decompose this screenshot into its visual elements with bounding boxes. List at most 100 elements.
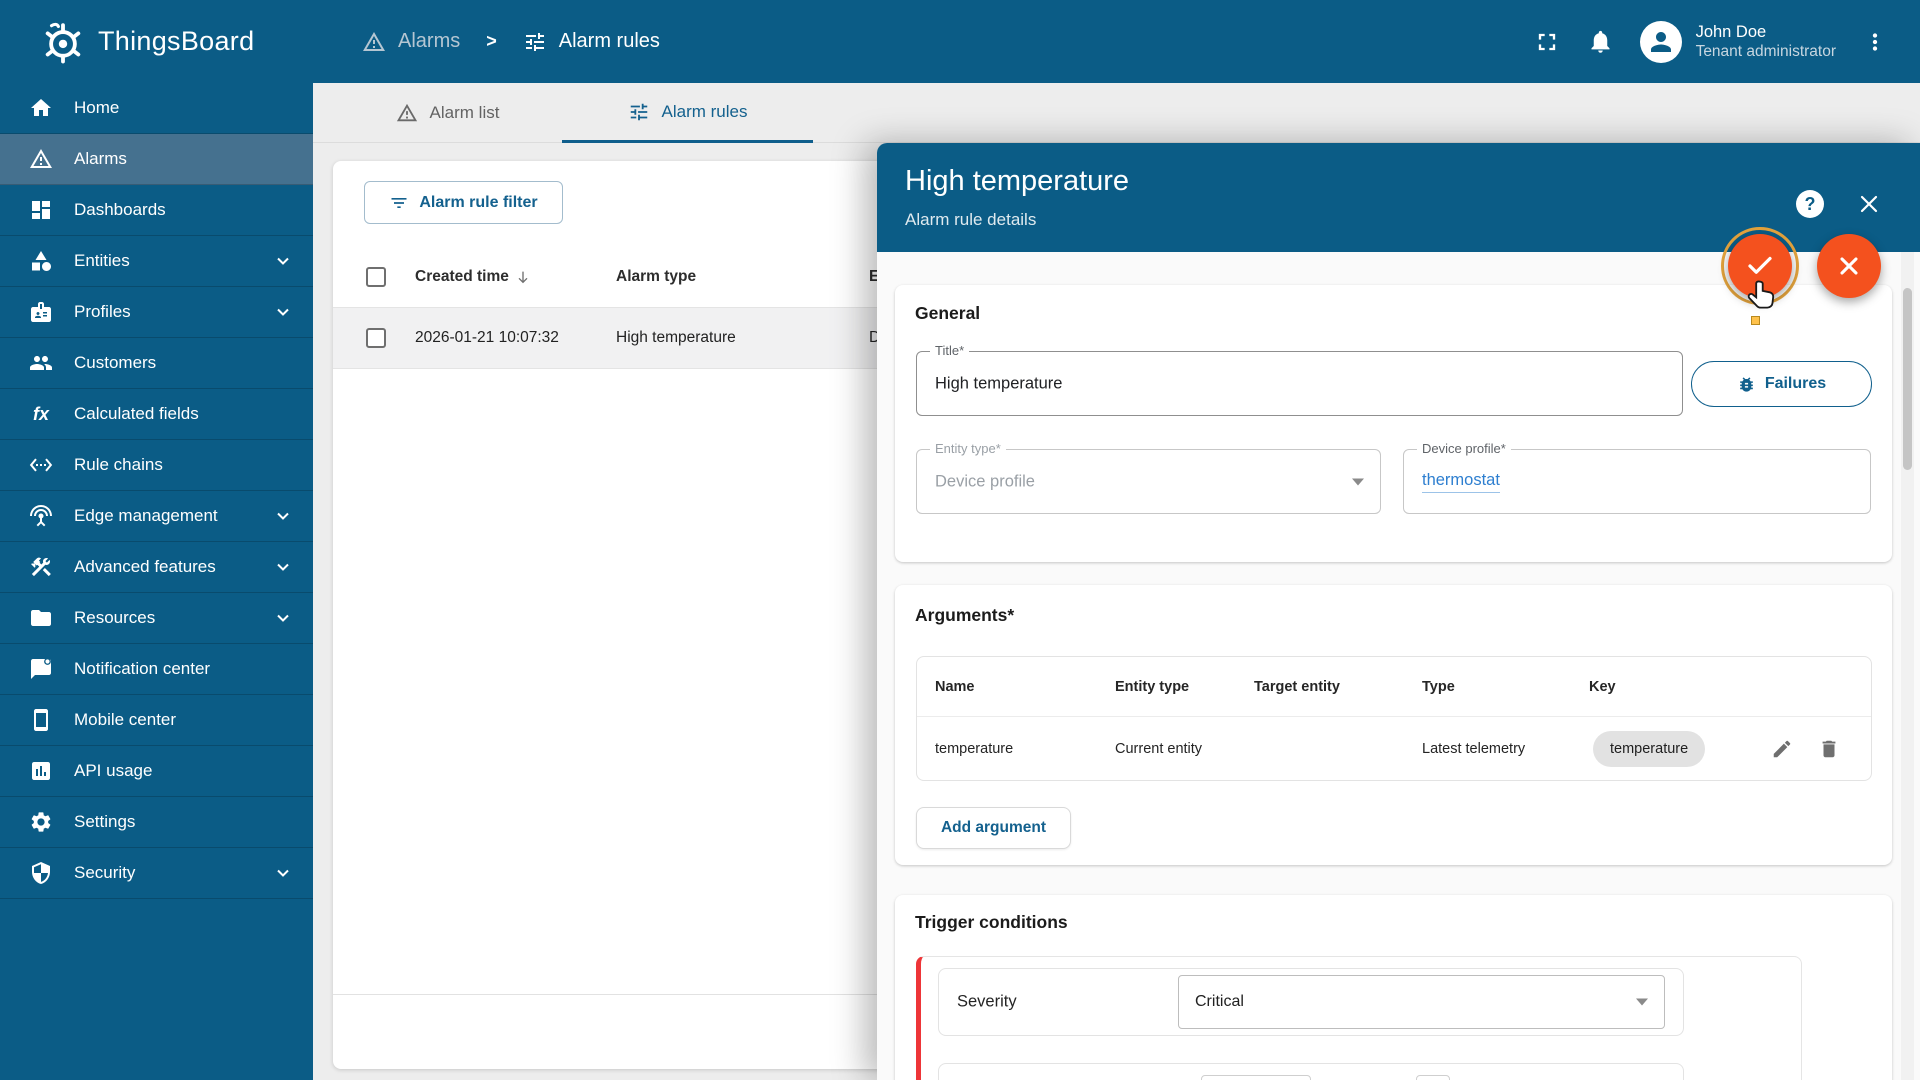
rule-chains-icon [29,458,53,472]
arg-column-target-entity: Target entity [1254,678,1340,695]
sidebar-item-resources[interactable]: Resources [0,593,313,644]
help-button[interactable]: ? [1796,190,1824,218]
tab-label: Alarm rules [661,101,748,121]
failures-button[interactable]: Failures [1691,361,1872,407]
arguments-header-row: Name Entity type Target entity Type Key [917,657,1871,717]
apply-button[interactable] [1728,234,1792,298]
tab-alarm-rules[interactable]: Alarm rules [562,83,813,143]
arg-column-name: Name [935,678,975,695]
panel-subtitle: Alarm rule details [905,210,1037,229]
mobile-center-icon [34,709,48,731]
sidebar-item-profiles[interactable]: Profiles [0,287,313,338]
resources-icon [31,610,51,626]
kebab-menu-icon[interactable] [1862,29,1888,55]
sidebar-item-dashboards[interactable]: Dashboards [0,185,313,236]
dropdown-caret-icon [1352,478,1364,485]
fullscreen-icon[interactable] [1533,28,1561,56]
select-all-checkbox[interactable] [366,267,386,287]
breadcrumb-alarm-rules: Alarm rules [558,30,660,52]
tab-bar: Alarm list Alarm rules [313,83,1920,143]
dashboards-icon [32,201,50,219]
alarm-list-tab-icon [396,103,417,122]
severity-value: Critical [1195,993,1244,1010]
sidebar-item-label: Rule chains [74,455,163,474]
sidebar-item-notification-center[interactable]: Notification center [0,644,313,695]
tab-alarm-list[interactable]: Alarm list [333,83,562,143]
chevron-down-icon [277,257,289,265]
general-card: General Title* Failures Entity type* Dev… [895,285,1892,562]
row-checkbox[interactable] [366,328,386,348]
panel-scrollbar-thumb[interactable] [1903,288,1912,470]
column-created-time[interactable]: Created time [415,268,531,286]
sidebar-item-settings[interactable]: Settings [0,797,313,848]
home-icon [31,99,51,116]
close-icon[interactable] [1857,192,1881,216]
sidebar-item-security[interactable]: Security [0,848,313,899]
top-header: ThingsBoard Alarms > Alarm rules John Do… [0,0,1920,83]
arg-cell-entity-type: Current entity [1115,741,1203,757]
sidebar-item-customers[interactable]: Customers [0,338,313,389]
chevron-down-icon [277,512,289,520]
tab-label: Alarm list [429,103,500,122]
arg-column-type: Type [1422,678,1455,695]
user-role: Tenant administrator [1695,43,1836,61]
sidebar-item-entities[interactable]: Entities [0,236,313,287]
title-input[interactable] [935,374,1586,393]
delete-trash-icon[interactable] [1818,738,1840,760]
thingsboard-logo[interactable]: ThingsBoard [0,19,313,65]
sidebar-item-label: Home [74,98,120,117]
arg-column-key: Key [1589,678,1616,695]
user-avatar[interactable] [1639,20,1682,63]
severity-select[interactable]: Critical [1178,975,1665,1029]
sidebar-item-alarms[interactable]: Alarms [0,134,313,185]
profiles-icon [31,302,51,322]
title-field[interactable]: Title* [916,343,1683,416]
severity-label: Severity [957,992,1017,1011]
sidebar-item-rule-chains[interactable]: Rule chains [0,440,313,491]
device-profile-link[interactable]: thermostat [1422,471,1500,493]
condition-field-partial[interactable] [1416,1075,1450,1080]
cell-created-time: 2026-01-21 10:07:32 [415,329,559,346]
sidebar-item-api-usage[interactable]: API usage [0,746,313,797]
user-info[interactable]: John Doe Tenant administrator [1696,22,1836,62]
sidebar-item-label: Settings [74,812,136,831]
alarms-breadcrumb-icon [363,31,385,51]
user-name: John Doe [1695,22,1767,41]
advanced-features-icon [31,557,51,577]
entity-type-label: Entity type* [930,441,1006,456]
sidebar-item-label: Entities [74,251,130,270]
alarms-icon [30,149,52,168]
sidebar-item-home[interactable]: Home [0,83,313,134]
condition-field-partial[interactable] [1201,1075,1311,1080]
add-argument-label: Add argument [940,819,1047,836]
sidebar-item-label: Profiles [74,302,131,321]
check-icon [1748,256,1772,274]
sidebar-item-mobile-center[interactable]: Mobile center [0,695,313,746]
sidebar-nav: Home Alarms Dashboards Entities Profiles… [0,83,313,1080]
person-icon [1650,31,1671,52]
alarm-rule-details-panel: High temperature Alarm rule details ? Ge… [877,143,1920,1080]
sidebar-item-edge-management[interactable]: Edge management [0,491,313,542]
alarm-rules-breadcrumb-icon [525,32,544,51]
sidebar-item-label: Mobile center [74,710,177,729]
arg-cell-type: Latest telemetry [1422,741,1526,757]
bug-icon [1739,376,1753,392]
alarm-rule-filter-button[interactable]: Alarm rule filter [364,181,563,224]
title-field-label: Title* [930,343,970,358]
breadcrumb: Alarms > Alarm rules [362,30,660,54]
panel-title: High temperature [905,165,1130,197]
notifications-bell-icon[interactable] [1587,28,1614,55]
sidebar-item-advanced-features[interactable]: Advanced features [0,542,313,593]
breadcrumb-alarms[interactable]: Alarms [398,30,460,53]
column-label: Created time [415,268,509,285]
settings-icon [31,812,51,832]
sidebar-item-label: Security [74,863,136,882]
edit-pencil-icon[interactable] [1771,738,1793,760]
cancel-button[interactable] [1817,234,1881,298]
trigger-conditions-card: Trigger conditions Severity Critical [895,895,1892,1080]
edge-management-icon [30,505,52,527]
sidebar-item-calculated-fields[interactable]: fx Calculated fields [0,389,313,440]
add-argument-button[interactable]: Add argument [916,807,1071,849]
panel-scrollbar-track[interactable] [1901,252,1914,1080]
breadcrumb-separator: > [486,31,497,51]
